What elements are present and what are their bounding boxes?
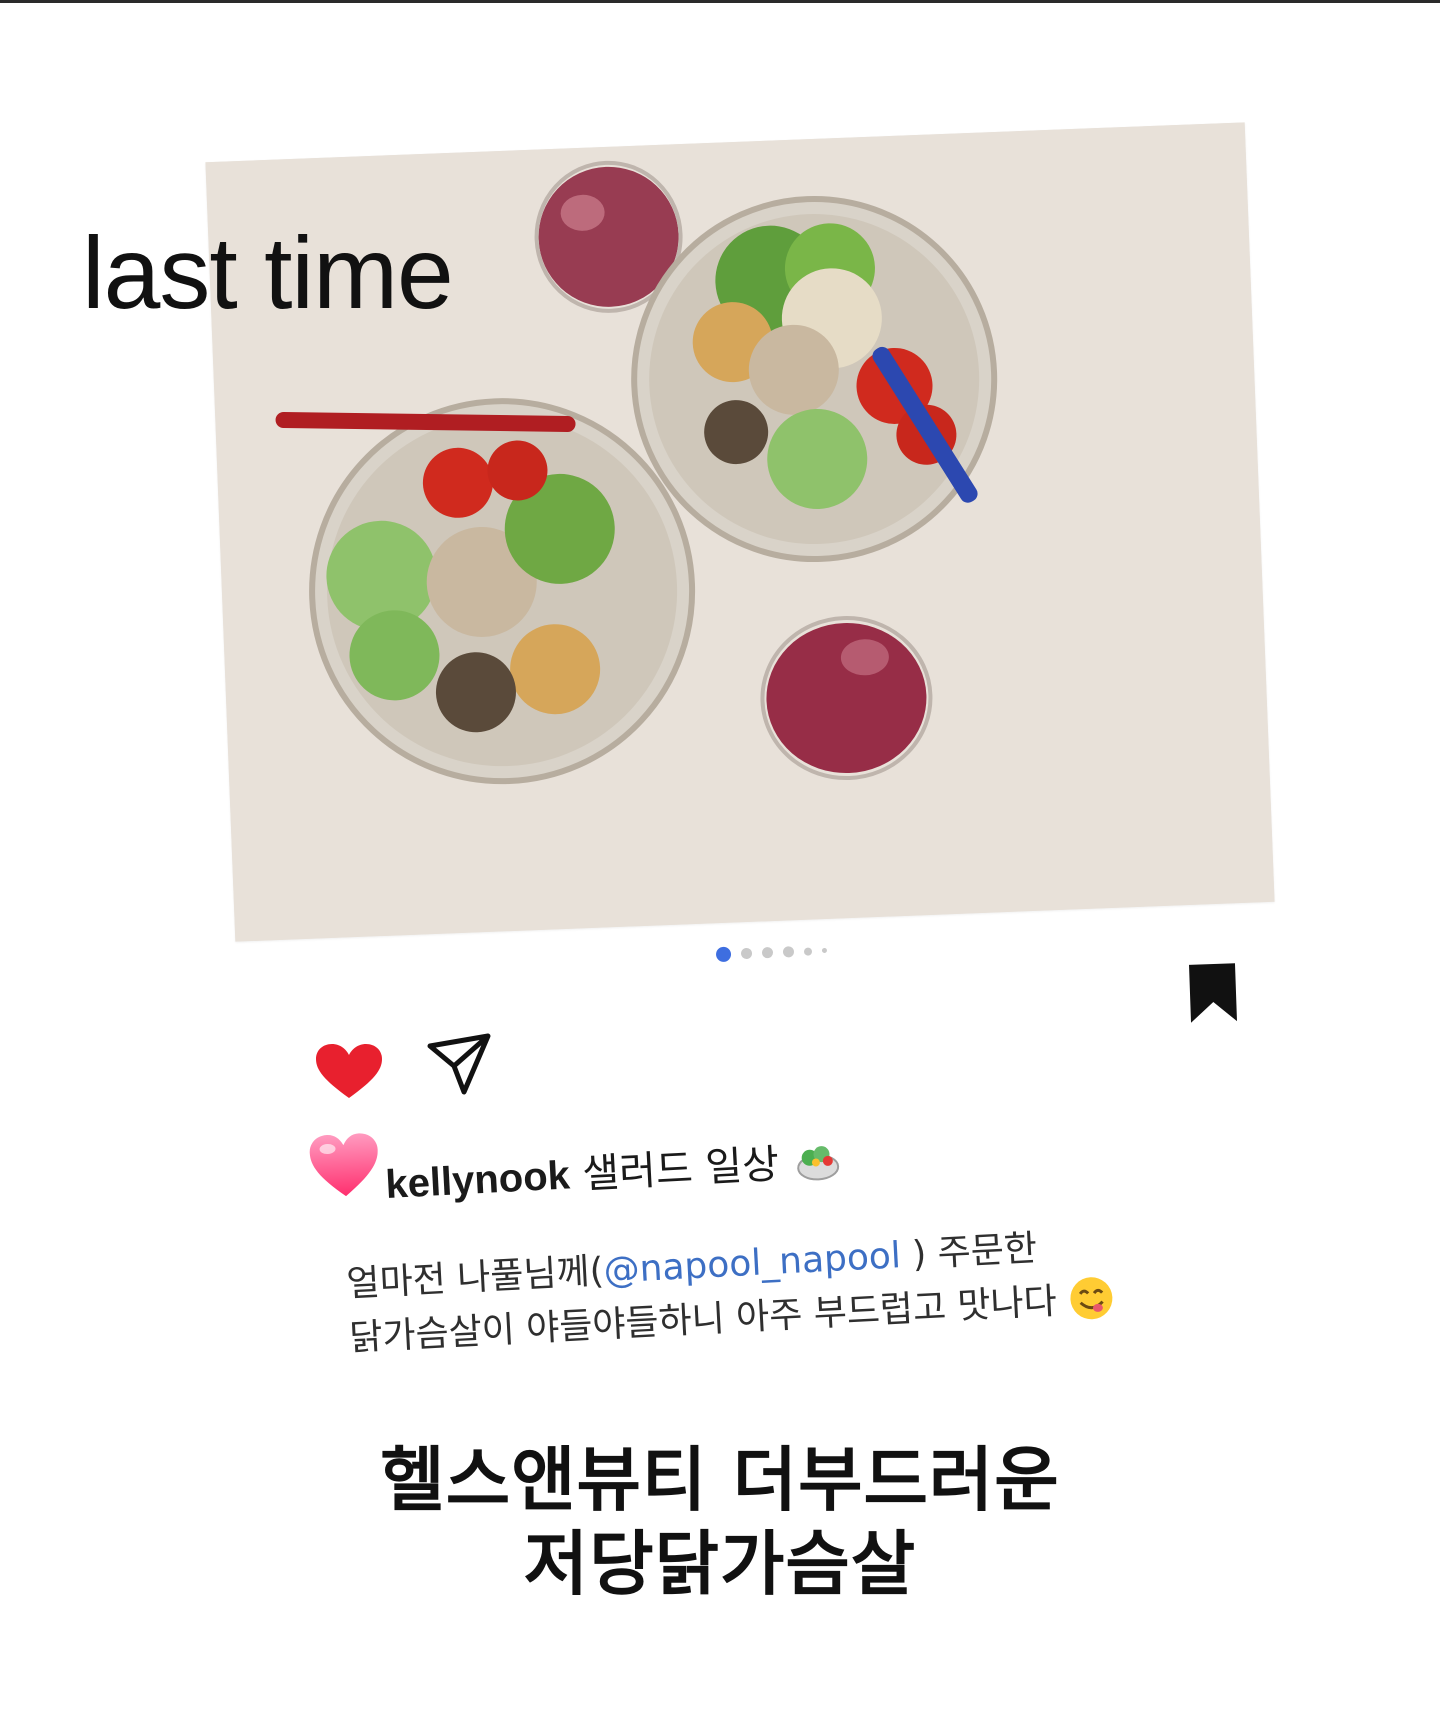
- carousel-dot[interactable]: [740, 947, 753, 960]
- mention-link[interactable]: @napool_napool: [603, 1235, 902, 1292]
- overlay-title: last time: [82, 216, 454, 330]
- carousel-dot[interactable]: [761, 946, 774, 959]
- carousel-dot[interactable]: [821, 947, 828, 954]
- promo-line-1: 헬스앤뷰티 더부드러운: [380, 1439, 1060, 1521]
- caption-header: kellynook 샐러드 일상: [384, 1128, 841, 1210]
- yum-face-emoji-icon: [1070, 1277, 1113, 1320]
- carousel-indicator: [715, 943, 828, 963]
- carousel-dot[interactable]: [782, 946, 795, 958]
- top-border: [0, 0, 1440, 3]
- bookmark-icon[interactable]: [1185, 961, 1241, 1025]
- username[interactable]: kellynook: [384, 1153, 571, 1207]
- caption-body: 얼마전 나풀님께(@napool_napool ) 주문한 닭가슴살이 야들야들…: [345, 1218, 1115, 1366]
- carousel-dot[interactable]: [803, 946, 813, 956]
- salad-emoji-icon: [796, 1146, 839, 1181]
- promo-title: 헬스앤뷰티 더부드러운 저당닭가슴살: [0, 1438, 1440, 1606]
- post-title: 샐러드 일상: [581, 1141, 781, 1198]
- send-icon[interactable]: [424, 1032, 494, 1096]
- pink-heart-icon: [309, 1133, 378, 1197]
- heart-icon[interactable]: [314, 1042, 384, 1102]
- carousel-dot-active[interactable]: [715, 946, 732, 963]
- promo-line-2: 저당닭가슴살: [523, 1523, 917, 1605]
